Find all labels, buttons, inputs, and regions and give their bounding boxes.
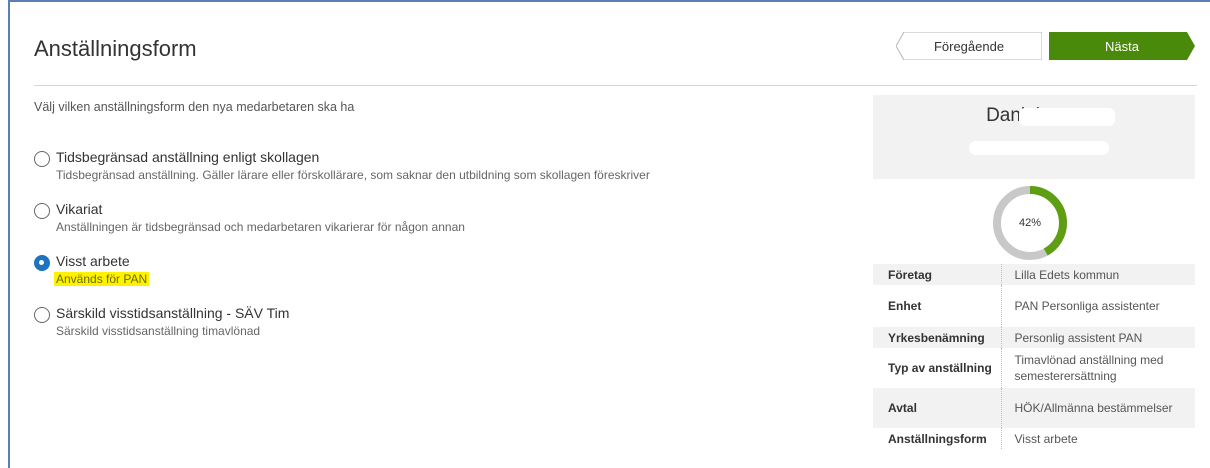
info-row: Avtal HÖK/Allmänna bestämmelser <box>873 388 1195 428</box>
instruction-text: Välj vilken anställningsform den nya med… <box>34 100 355 114</box>
info-value: Lilla Edets kommun <box>1000 264 1195 285</box>
option-title[interactable]: Visst arbete <box>56 253 130 269</box>
radio-button[interactable] <box>34 203 50 219</box>
previous-button-label: Föregående <box>933 38 1005 54</box>
info-key: Avtal <box>888 401 917 415</box>
info-value: Personlig assistent PAN <box>1000 327 1195 348</box>
info-row: Yrkesbenämning Personlig assistent PAN <box>873 327 1195 348</box>
option-title[interactable]: Vikariat <box>56 201 102 217</box>
radio-button[interactable] <box>34 151 50 167</box>
option-title[interactable]: Tidsbegränsad anställning enligt skollag… <box>56 149 319 165</box>
radio-button-selected[interactable] <box>34 255 50 271</box>
redacted-surname <box>1019 108 1115 126</box>
progress-label: 42% <box>1018 217 1042 229</box>
info-key: Företag <box>888 267 933 282</box>
info-row: Typ av anställning Timavlönad anställnin… <box>873 348 1195 388</box>
option-description: Anställningen är tidsbegränsad och medar… <box>56 220 465 234</box>
info-value: PAN Personliga assistenter <box>1000 285 1195 327</box>
option-description: Tidsbegränsad anställning. Gäller lärare… <box>56 168 650 182</box>
option-description: Särskild visstidsanställning timavlönad <box>56 324 261 338</box>
employee-card: Daniel <box>873 95 1195 179</box>
info-value: Timavlönad anställning med semesterersät… <box>1000 348 1195 388</box>
info-key: Enhet <box>888 299 922 313</box>
info-key: Typ av anställning <box>888 361 992 375</box>
option-description-highlighted: Används för PAN <box>54 272 150 286</box>
progress-donut: 42% <box>990 183 1070 263</box>
next-button-label: Nästa <box>1105 38 1139 54</box>
info-value: Visst arbete <box>1000 428 1195 449</box>
employee-info-table: Företag Lilla Edets kommun Enhet PAN Per… <box>873 264 1195 449</box>
radio-button[interactable] <box>34 307 50 323</box>
next-button[interactable]: Nästa <box>1049 32 1195 60</box>
info-key: Yrkesbenämning <box>888 330 985 345</box>
page-title: Anställningsform <box>34 36 197 61</box>
option-title[interactable]: Särskild visstidsanställning - SÄV Tim <box>56 305 289 321</box>
header-divider <box>34 85 1197 86</box>
previous-button[interactable]: Föregående <box>896 32 1042 60</box>
info-row: Enhet PAN Personliga assistenter <box>873 285 1195 327</box>
info-value: HÖK/Allmänna bestämmelser <box>1000 388 1195 428</box>
redacted-subtitle <box>969 141 1109 155</box>
info-key: Anställningsform <box>888 431 987 446</box>
info-row: Företag Lilla Edets kommun <box>873 264 1195 285</box>
info-row: Anställningsform Visst arbete <box>873 428 1195 449</box>
